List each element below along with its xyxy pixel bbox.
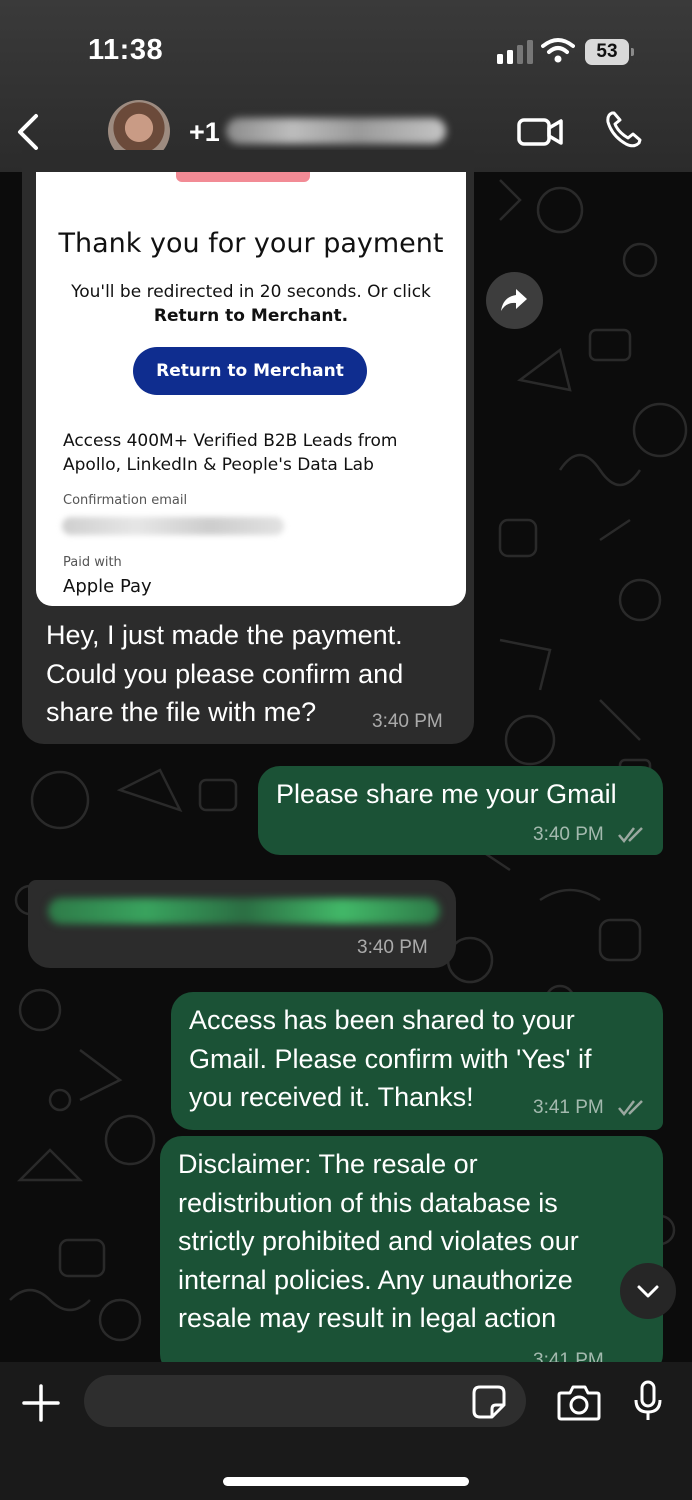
message-time: 3:40 PM [357, 937, 428, 958]
read-receipt-icon [618, 1100, 643, 1116]
forward-icon [501, 289, 527, 311]
receipt-redirect-text: You'll be redirected in 20 seconds. Or c… [71, 282, 431, 302]
paid-with-label: Paid with [63, 555, 122, 570]
status-time: 11:38 [88, 34, 164, 66]
camera-icon[interactable] [557, 1383, 601, 1421]
message-text-redacted [48, 898, 440, 924]
message-time: 3:40 PM [533, 824, 604, 845]
paid-with-value: Apple Pay [63, 576, 152, 597]
contact-number-redacted[interactable] [226, 118, 446, 144]
sticker-icon[interactable] [472, 1385, 506, 1419]
receipt-title: Thank you for your payment [58, 228, 444, 259]
message-time: 3:40 PM [372, 711, 443, 732]
return-to-merchant-button: Return to Merchant [133, 347, 367, 395]
home-indicator[interactable] [223, 1477, 469, 1486]
chevron-down-icon [637, 1285, 659, 1298]
receipt-redirect-bold: Return to Merchant. [153, 306, 349, 326]
battery-level: 53 [585, 39, 629, 65]
wifi-icon [541, 38, 575, 63]
chat-header: 11:38 53 +1 [0, 0, 692, 172]
receipt-description: Access 400M+ Verified B2B Leads from Apo… [63, 429, 423, 477]
message-text: Disclaimer: The resale or redistribution… [178, 1149, 579, 1333]
confirmation-email-label: Confirmation email [63, 493, 188, 508]
battery-icon: 53 [585, 39, 635, 65]
message-text: Hey, I just made the payment. Could you … [46, 620, 404, 727]
message-input[interactable] [84, 1375, 526, 1427]
forward-button[interactable] [486, 272, 543, 329]
cellular-signal-icon [497, 40, 533, 64]
receipt-description-line1: Access 400M+ Verified B2B Leads from [63, 431, 398, 451]
back-chevron-icon[interactable] [12, 112, 42, 152]
video-call-icon[interactable] [516, 114, 564, 150]
confirmation-email-redacted [62, 517, 284, 535]
payment-screenshot[interactable]: Thank you for your payment You'll be red… [36, 172, 466, 606]
receipt-top-bar [176, 172, 310, 182]
receipt-description-line2: Apollo, LinkedIn & People's Data Lab [63, 455, 374, 475]
microphone-icon[interactable] [633, 1380, 663, 1422]
message-text: Please share me your Gmail [276, 779, 617, 809]
scroll-to-bottom-button[interactable] [620, 1263, 676, 1319]
contact-name-prefix[interactable]: +1 [189, 117, 220, 148]
plus-icon[interactable] [22, 1384, 60, 1422]
message-text: Access has been shared to your Gmail. Pl… [189, 1005, 592, 1112]
phone-call-icon[interactable] [604, 110, 644, 150]
read-receipt-icon [618, 827, 643, 843]
message-time: 3:41 PM [533, 1097, 604, 1118]
